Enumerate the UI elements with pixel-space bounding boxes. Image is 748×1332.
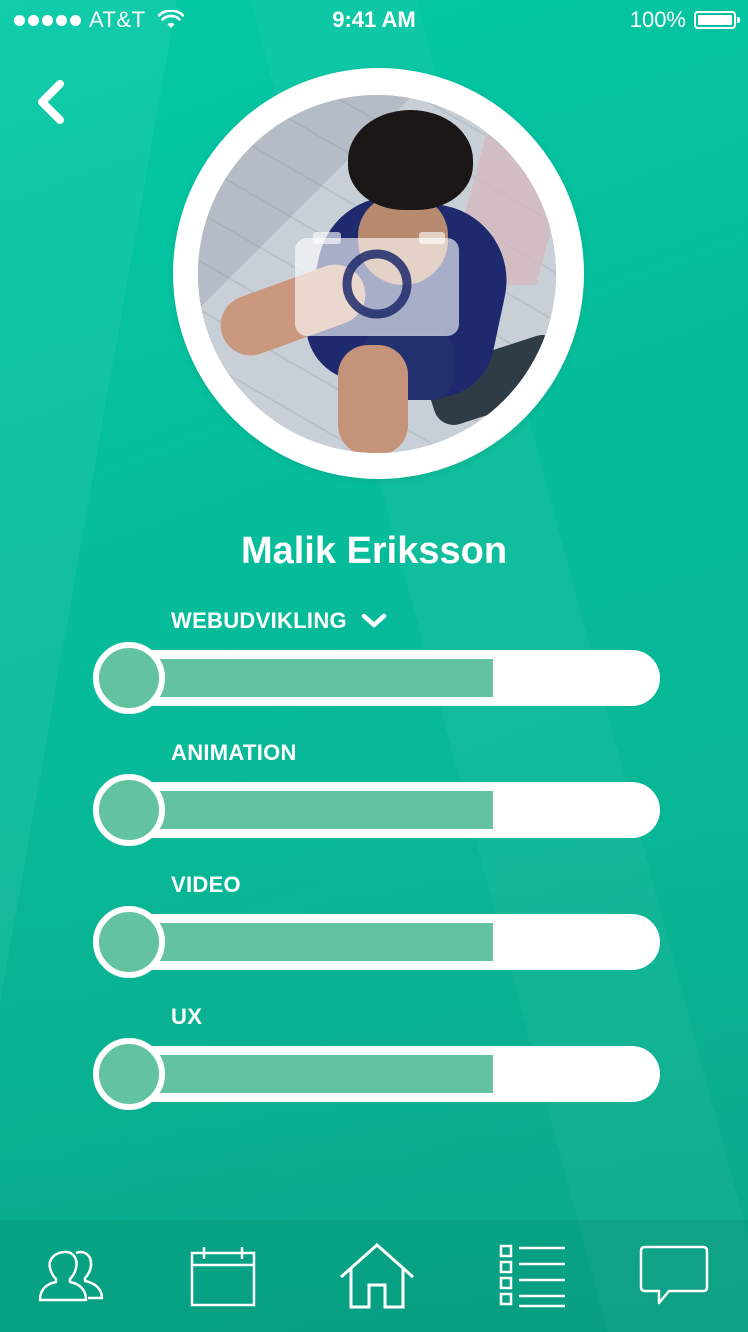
skill-label: VIDEO xyxy=(171,872,241,898)
skill-slider[interactable] xyxy=(93,1038,660,1110)
chat-icon xyxy=(639,1245,709,1305)
nav-calendar[interactable] xyxy=(183,1240,263,1312)
skill-slider-handle[interactable] xyxy=(93,774,165,846)
skill-label-text: UX xyxy=(171,1004,203,1029)
nav-home[interactable] xyxy=(337,1240,417,1312)
calendar-icon xyxy=(190,1247,256,1307)
skill-slider[interactable] xyxy=(93,774,660,846)
battery-percent: 100% xyxy=(629,7,686,32)
skill-label-text: VIDEO xyxy=(171,872,241,897)
skill-label: UX xyxy=(171,1004,202,1030)
nav-checklist[interactable] xyxy=(493,1240,573,1312)
skill-label[interactable]: WEBUDVIKLING xyxy=(171,608,387,634)
status-right: 100% xyxy=(629,7,740,33)
chevron-down-icon[interactable] xyxy=(361,613,387,629)
skill-label: ANIMATION xyxy=(171,740,297,766)
bottom-nav xyxy=(0,1220,748,1332)
chevron-left-icon xyxy=(38,80,64,124)
skill-slider-fill xyxy=(125,791,493,829)
profile-name: Malik Eriksson xyxy=(240,530,508,572)
skill-slider-handle[interactable] xyxy=(93,906,165,978)
checklist-icon xyxy=(499,1244,565,1308)
people-icon xyxy=(38,1250,104,1302)
back-button[interactable] xyxy=(30,76,74,132)
skill-slider-fill xyxy=(125,659,493,697)
skill-slider-handle[interactable] xyxy=(93,642,165,714)
skill-label-text: WEBUDVIKLING xyxy=(171,608,347,633)
skill-slider[interactable] xyxy=(93,906,660,978)
home-icon xyxy=(340,1242,414,1309)
skill-label-text: ANIMATION xyxy=(171,740,297,765)
skill-slider-fill xyxy=(125,923,493,961)
status-bar: AT&T 9:41 AM 100% xyxy=(0,0,748,40)
nav-chat[interactable] xyxy=(634,1240,714,1312)
battery-icon xyxy=(694,11,740,29)
camera-icon[interactable] xyxy=(295,232,459,336)
skill-slider[interactable] xyxy=(93,642,660,714)
skill-slider-fill xyxy=(125,1055,493,1093)
skill-slider-handle[interactable] xyxy=(93,1038,165,1110)
nav-people[interactable] xyxy=(32,1240,112,1312)
